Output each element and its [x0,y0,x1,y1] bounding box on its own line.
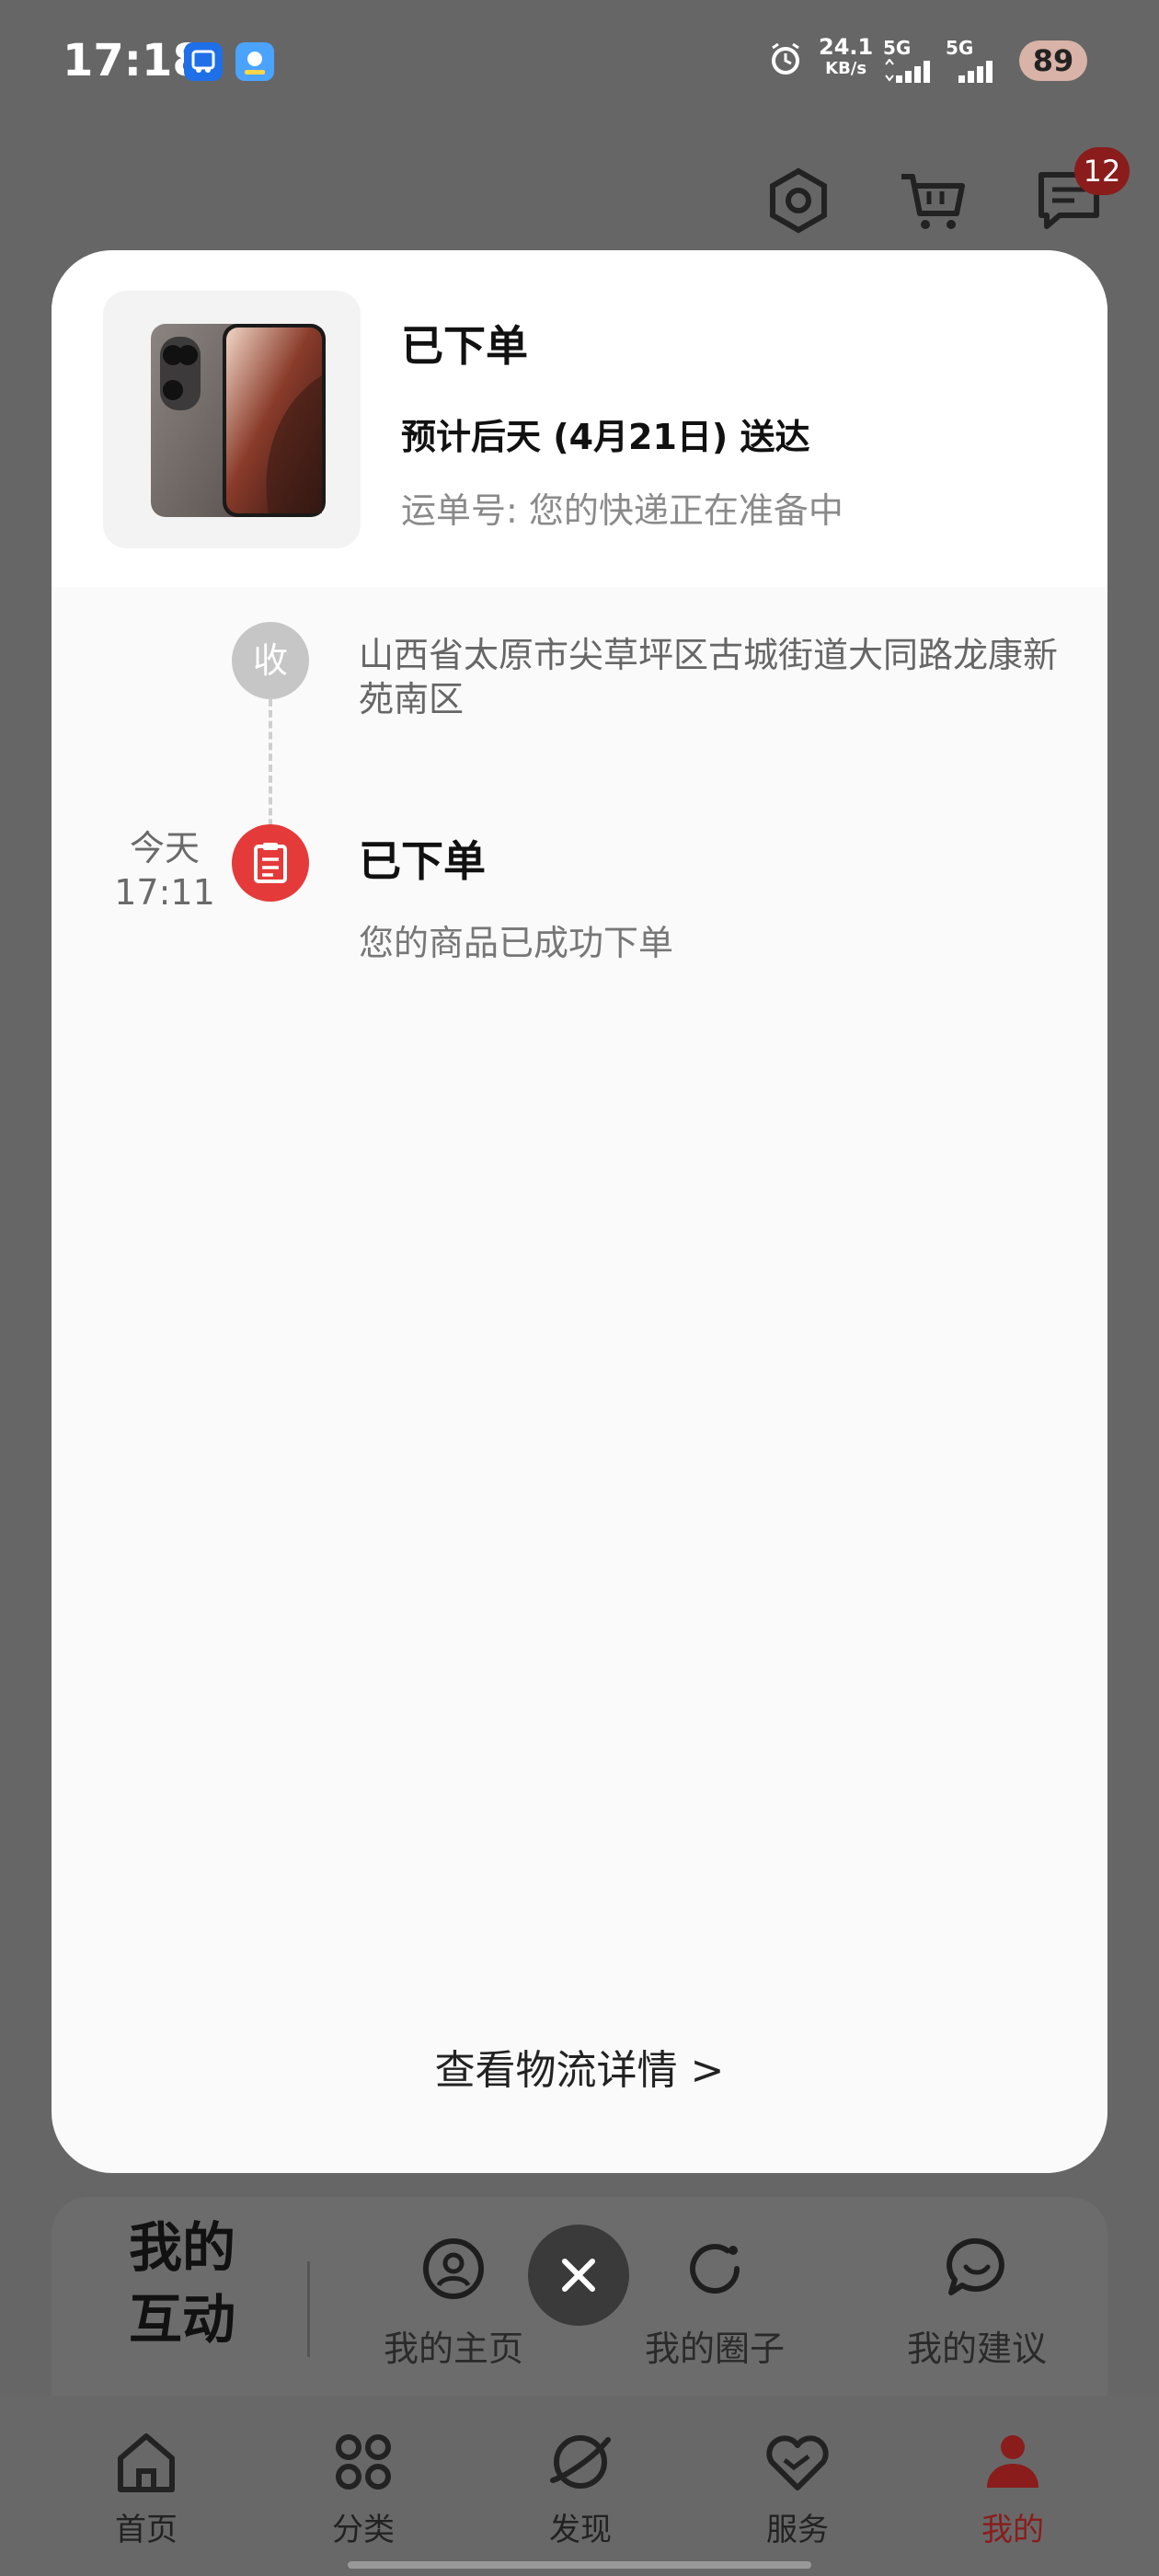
clipboard-icon [254,843,287,883]
timeline-connector [269,699,272,837]
interaction-title: 我的 互动 [129,2216,236,2351]
heart-service-icon [766,2435,829,2490]
my-circle-button[interactable]: 我的圈子 [623,2236,807,2371]
view-logistics-details-link[interactable]: 查看物流详情 > [52,2037,1107,2096]
signal-sim2: 5G [946,37,999,86]
event-title: 已下单 [359,836,486,886]
nav-home-label: 首页 [115,2512,178,2548]
my-homepage-button[interactable]: 我的主页 [361,2236,545,2371]
nav-category-label: 分类 [332,2512,395,2548]
person-icon [987,2435,1039,2488]
signal-sim1: 5G [883,37,936,86]
alarm-icon [767,40,804,81]
status-bar: 17:18 24.1 KB/s 5G 5G 89 [0,0,1159,125]
battery-indicator: 89 [1019,40,1087,81]
planet-icon [550,2435,611,2489]
close-modal-button[interactable] [528,2225,629,2326]
nav-discover-label: 发现 [549,2512,612,2548]
nav-service[interactable]: 服务 [724,2427,871,2549]
receive-address: 山西省太原市尖草坪区古城街道大同路龙康新苑南区 [359,635,1059,719]
message-badge: 12 [1074,147,1130,195]
phone-product-image [151,324,326,517]
nav-mine-label: 我的 [981,2512,1044,2548]
delivery-eta: 预计后天 (4月21日) 送达 [401,417,810,457]
nav-mine[interactable]: 我的 [939,2427,1086,2549]
nav-category[interactable]: 分类 [290,2427,437,2549]
my-suggestion-button[interactable]: 我的建议 [885,2236,1069,2371]
product-thumbnail[interactable] [103,291,361,548]
nav-home[interactable]: 首页 [73,2427,220,2549]
refresh-circle-icon [690,2244,740,2294]
nav-discover[interactable]: 发现 [507,2427,654,2549]
home-indicator[interactable] [348,2561,811,2569]
divider [307,2261,310,2357]
order-node [232,824,309,902]
screenshot-app-icon [184,42,223,81]
my-circle-label: 我的圈子 [644,2329,785,2369]
cart-icon[interactable] [898,166,968,236]
status-time: 17:18 [63,35,203,86]
feedback-bubble-icon [947,2237,1004,2295]
settings-hex-icon[interactable] [763,166,833,236]
category-grid-icon [336,2434,391,2490]
home-icon [118,2433,175,2492]
event-time: 今天 17:11 [114,828,215,913]
event-description: 您的商品已成功下单 [359,923,674,963]
receive-node: 收 [232,622,309,699]
bottom-nav: 首页 分类 发现 服务 我的 [0,2396,1159,2576]
assistant-app-icon [235,42,274,81]
order-status-title: 已下单 [401,321,528,371]
my-suggestion-label: 我的建议 [906,2329,1047,2369]
network-speed: 24.1 KB/s [819,34,874,78]
order-summary: 已下单 预计后天 (4月21日) 送达 运单号: 您的快递正在准备中 [52,250,1107,587]
user-circle-icon [423,2238,484,2299]
close-icon [562,2259,595,2292]
my-homepage-label: 我的主页 [383,2329,523,2369]
order-status-modal: 已下单 预计后天 (4月21日) 送达 运单号: 您的快递正在准备中 收 山西省… [52,250,1107,2173]
tracking-number: 运单号: 您的快递正在准备中 [401,490,843,531]
nav-service-label: 服务 [766,2512,829,2548]
